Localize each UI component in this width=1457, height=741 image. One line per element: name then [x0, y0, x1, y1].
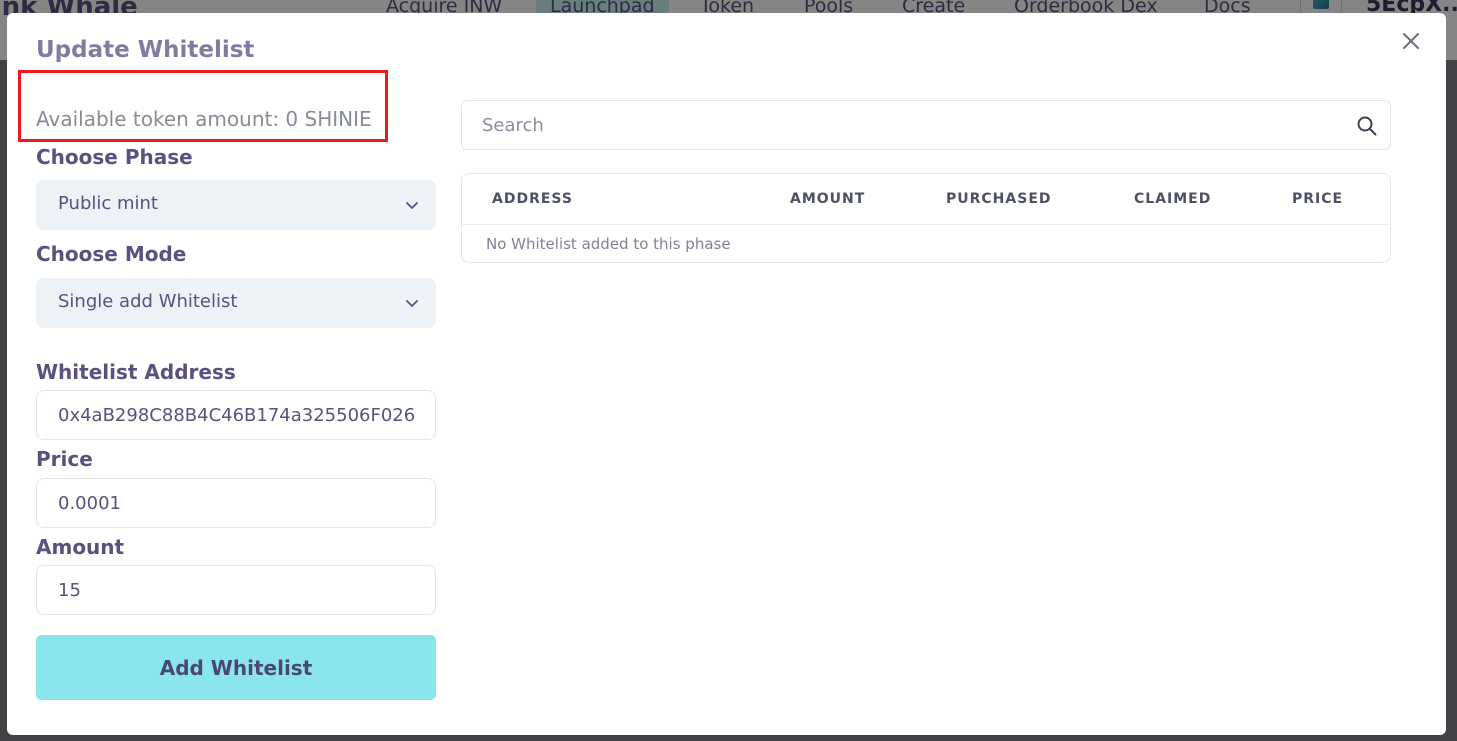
whitelist-address-label: Whitelist Address — [36, 360, 236, 384]
search-field[interactable] — [461, 100, 1391, 150]
whitelist-address-field[interactable] — [36, 390, 436, 440]
column-header-price: PRICE — [1292, 191, 1344, 207]
add-whitelist-button[interactable]: Add Whitelist — [36, 635, 436, 700]
empty-table-message: No Whitelist added to this phase — [486, 235, 731, 253]
whitelist-table: ADDRESS AMOUNT PURCHASED CLAIMED PRICE N… — [461, 173, 1391, 263]
column-header-address: ADDRESS — [492, 191, 573, 207]
search-icon[interactable] — [1356, 115, 1378, 137]
mode-label: Choose Mode — [36, 242, 187, 266]
modal-title: Update Whitelist — [36, 37, 255, 63]
column-header-purchased: PURCHASED — [946, 191, 1052, 207]
mode-select[interactable]: Single add Whitelist — [36, 278, 436, 328]
phase-label: Choose Phase — [36, 145, 193, 169]
close-icon[interactable] — [1399, 29, 1423, 53]
column-header-amount: AMOUNT — [790, 191, 866, 207]
column-header-claimed: CLAIMED — [1134, 191, 1212, 207]
price-label: Price — [36, 447, 93, 471]
amount-label: Amount — [36, 535, 125, 559]
available-token-amount: Available token amount: 0 SHINIE — [36, 107, 372, 131]
mode-select-value: Single add Whitelist — [58, 291, 238, 312]
whitelist-address-input[interactable] — [37, 391, 435, 439]
phase-select[interactable]: Public mint — [36, 180, 436, 230]
highlight-annotation-box — [18, 70, 388, 142]
search-input[interactable] — [462, 101, 1342, 149]
phase-select-value: Public mint — [58, 193, 158, 214]
price-field[interactable] — [36, 478, 436, 528]
chevron-down-icon — [406, 300, 418, 307]
table-divider — [462, 224, 1390, 225]
chevron-down-icon — [406, 202, 418, 209]
update-whitelist-modal: Update Whitelist Available token amount:… — [7, 13, 1446, 735]
price-input[interactable] — [37, 479, 435, 527]
amount-field[interactable] — [36, 565, 436, 615]
amount-input[interactable] — [37, 566, 435, 614]
